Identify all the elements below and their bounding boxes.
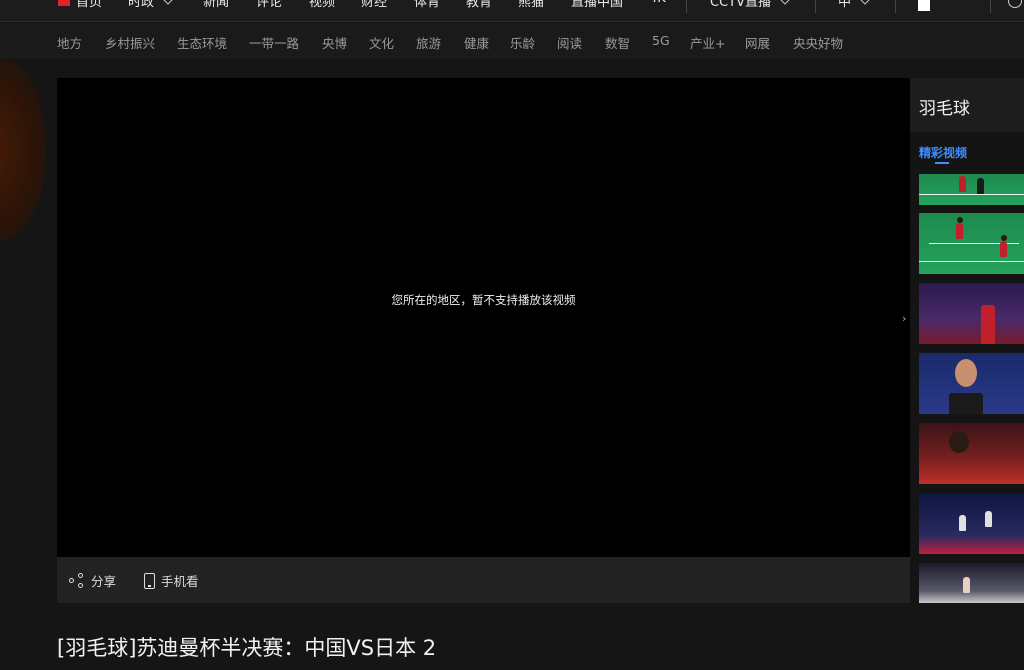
home-icon [58, 0, 70, 6]
share-icon [69, 572, 85, 589]
subnav-item[interactable]: 乡村振兴 [105, 33, 155, 52]
tab-highlights[interactable]: 精彩视频 [919, 144, 967, 161]
subnav-item[interactable]: 生态环境 [177, 33, 227, 52]
background-glow [0, 60, 46, 240]
nav-item-politics[interactable]: 时政 [128, 0, 174, 10]
video-player[interactable]: 您所在的地区，暂不支持播放该视频 [57, 78, 910, 557]
nav-item-4k[interactable]: 4K [649, 0, 666, 6]
subnav-item[interactable]: 地方 [57, 33, 82, 52]
panel-heading: 羽毛球 [910, 78, 1024, 132]
subnav-item[interactable]: 产业+ [690, 33, 725, 52]
nav-item-education[interactable]: 教育 [466, 0, 492, 10]
side-panel-toggle-icon[interactable]: › [902, 312, 906, 325]
subnav-item[interactable]: 网展 [745, 33, 770, 52]
video-thumbnail[interactable] [919, 174, 1024, 205]
nav-item-finance[interactable]: 财经 [361, 0, 387, 10]
tab-active-indicator [935, 162, 949, 164]
subnav-item[interactable]: 一带一路 [249, 33, 299, 52]
chevron-down-icon [779, 0, 791, 5]
video-title: [羽毛球]苏迪曼杯半决赛：中国VS日本 2 [57, 636, 437, 660]
accessibility-icon[interactable] [1008, 0, 1022, 8]
top-nav: 首页 时政 新闻 评论 视频 财经 体育 教育 熊猫 直播中国 4K CCTV直… [0, 0, 1024, 22]
chevron-down-icon [859, 0, 871, 5]
nav-item-news[interactable]: 新闻 [203, 0, 229, 10]
video-thumbnail[interactable] [919, 353, 1024, 414]
video-thumbnail[interactable] [919, 283, 1024, 344]
phone-icon [144, 572, 155, 589]
watch-on-mobile-button[interactable]: 手机看 [144, 571, 199, 590]
nav-divider [686, 0, 687, 13]
related-videos-panel: 羽毛球 精彩视频 [910, 78, 1024, 603]
subnav-item[interactable]: 文化 [369, 33, 394, 52]
ai-logo[interactable] [918, 0, 962, 12]
nav-divider [815, 0, 816, 13]
video-thumbnail[interactable] [919, 213, 1024, 274]
nav-item-sports[interactable]: 体育 [414, 0, 440, 10]
nav-item-home[interactable]: 首页 [58, 0, 102, 10]
chevron-down-icon [162, 0, 174, 5]
nav-item-cctv-live[interactable]: CCTV直播 [710, 0, 791, 10]
share-button[interactable]: 分享 [69, 571, 116, 590]
subnav-item[interactable]: 5G [652, 33, 670, 48]
nav-divider [990, 0, 991, 13]
subnav-item[interactable]: 央央好物 [793, 33, 843, 52]
video-thumbnail[interactable] [919, 423, 1024, 484]
nav-item-video[interactable]: 视频 [309, 0, 335, 10]
nav-item-panda[interactable]: 熊猫 [518, 0, 544, 10]
nav-item-comment[interactable]: 评论 [256, 0, 282, 10]
subnav-item[interactable]: 旅游 [416, 33, 441, 52]
nav-item-live-china[interactable]: 直播中国 [571, 0, 623, 10]
sub-nav: 地方 乡村振兴 生态环境 一带一路 央博 文化 旅游 健康 乐龄 阅读 数智 5… [0, 23, 1024, 59]
subnav-item[interactable]: 阅读 [557, 33, 582, 52]
video-thumbnail[interactable] [919, 563, 1024, 603]
player-toolbar: 分享 手机看 [57, 557, 910, 603]
region-restriction-message: 您所在的地区，暂不支持播放该视频 [391, 293, 576, 307]
subnav-item[interactable]: 健康 [464, 33, 489, 52]
subnav-item[interactable]: 乐龄 [510, 33, 535, 52]
subnav-item[interactable]: 数智 [605, 33, 630, 52]
language-selector[interactable]: 中 [838, 0, 871, 10]
ai-logo-icon [918, 0, 930, 11]
video-thumbnail[interactable] [919, 493, 1024, 554]
nav-divider [895, 0, 896, 13]
subnav-item[interactable]: 央博 [322, 33, 347, 52]
